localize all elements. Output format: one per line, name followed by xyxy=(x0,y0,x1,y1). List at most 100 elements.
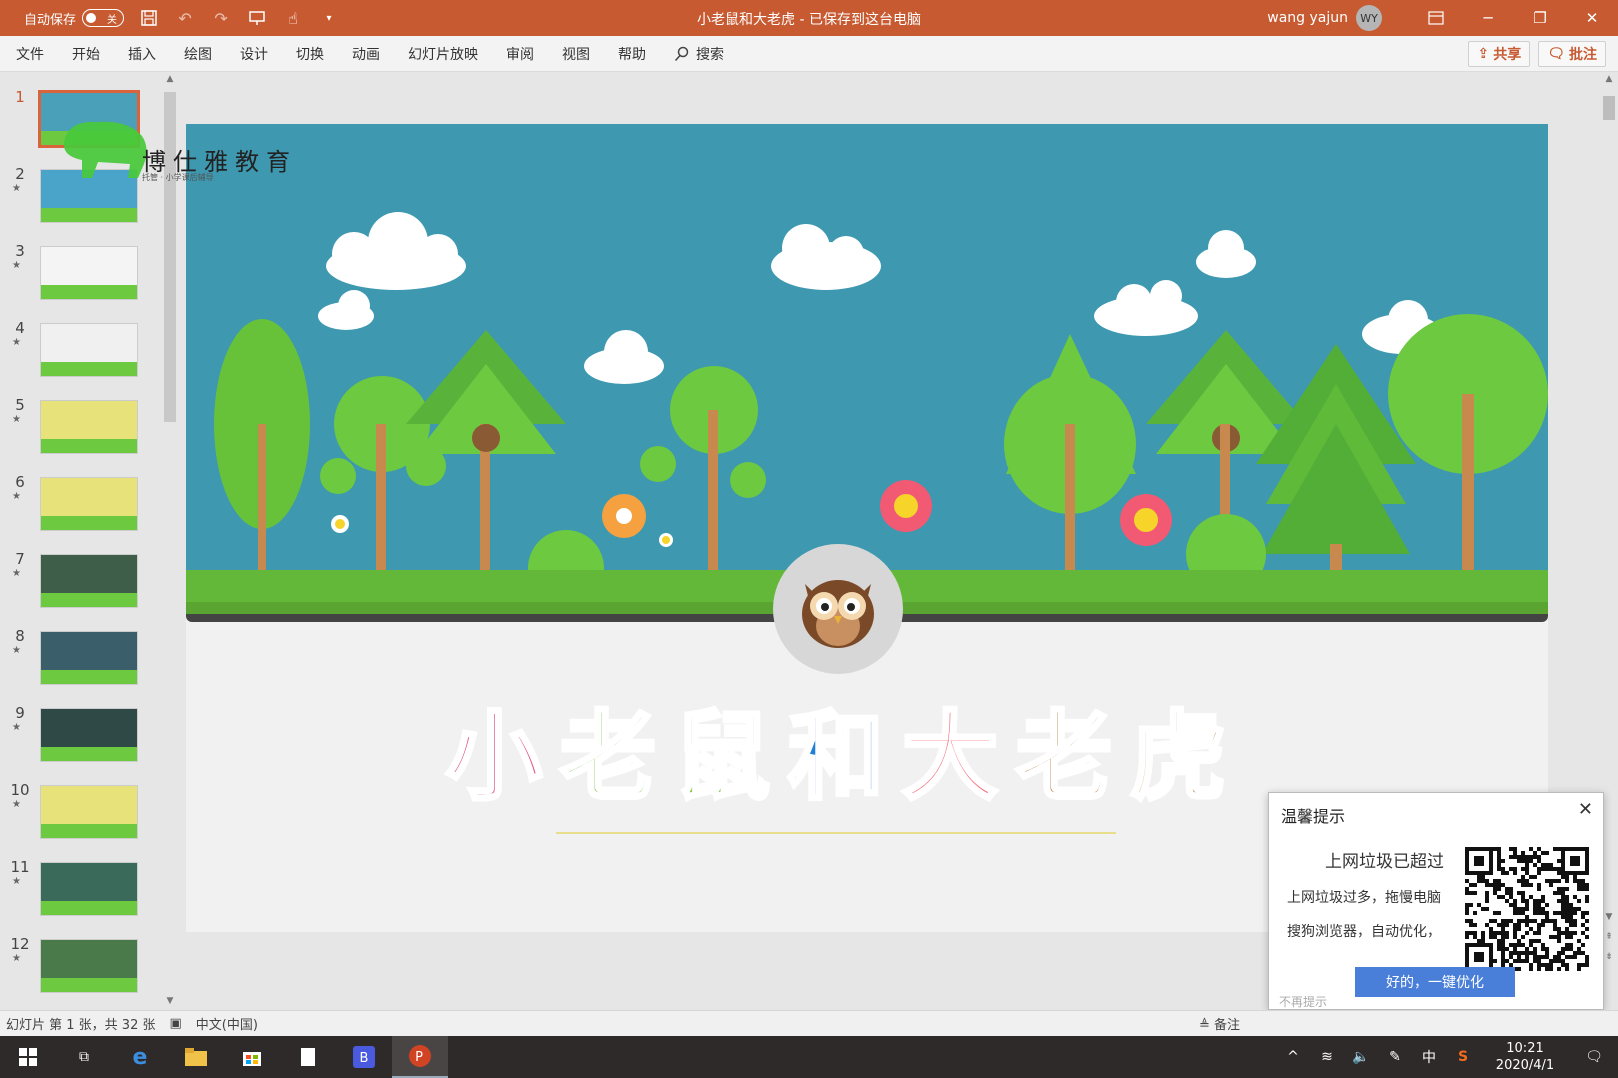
popup-title: 温馨提示 xyxy=(1281,807,1346,826)
restore-icon[interactable]: ❐ xyxy=(1514,0,1566,36)
thumbnail-image[interactable] xyxy=(40,708,138,762)
thumbnail-ground xyxy=(41,670,137,684)
animation-star-icon: ★ xyxy=(12,260,21,271)
slide-title[interactable]: 小老鼠和大老虎 xyxy=(444,700,1228,814)
tell-me-search[interactable]: 搜索 xyxy=(660,44,738,64)
clock-time: 10:21 xyxy=(1506,1041,1544,1056)
language-indicator[interactable]: 中文(中国) xyxy=(196,1014,258,1033)
thumbnail-number: 6 xyxy=(15,473,25,491)
store-icon[interactable] xyxy=(224,1036,280,1078)
ime-indicator[interactable]: 中 xyxy=(1412,1047,1446,1067)
slide-thumbnail[interactable]: 7 ★ xyxy=(0,550,160,614)
tab-draw[interactable]: 绘图 xyxy=(170,44,226,64)
tab-review[interactable]: 审阅 xyxy=(492,44,548,64)
windows-taskbar: ⧉ e B P ^ ≋ 🔈 ✎ 中 S 10:21 2020/4/1 🗨 xyxy=(0,1036,1618,1078)
thumbnail-image[interactable] xyxy=(40,477,138,531)
scroll-up-icon[interactable]: ▲ xyxy=(1603,74,1615,84)
slide-thumbnail[interactable]: 8 ★ xyxy=(0,627,160,691)
sogou-input-icon[interactable]: S xyxy=(1446,1049,1480,1065)
autosave-toggle[interactable]: 自动保存 关 xyxy=(24,9,125,28)
tab-insert[interactable]: 插入 xyxy=(114,44,170,64)
optimize-button[interactable]: 好的，一键优化 xyxy=(1355,967,1515,997)
thumbnail-image[interactable] xyxy=(40,631,138,685)
scrollbar-thumb[interactable] xyxy=(1603,96,1615,120)
title-character: 鼠 xyxy=(672,700,772,814)
thumbnail-image[interactable] xyxy=(40,785,138,839)
user-name[interactable]: wang yajun xyxy=(1267,10,1348,26)
next-slide-icon[interactable]: ⇟ xyxy=(1603,952,1615,962)
thumbnail-ground xyxy=(41,362,137,376)
ribbon-display-options-icon[interactable] xyxy=(1410,0,1462,36)
tab-transitions[interactable]: 切换 xyxy=(282,44,338,64)
scroll-up-icon[interactable]: ▲ xyxy=(164,74,176,84)
thumbnail-ground xyxy=(41,978,137,992)
system-clock[interactable]: 10:21 2020/4/1 xyxy=(1480,1040,1570,1074)
close-icon[interactable]: ✕ xyxy=(1578,799,1593,820)
thumbnail-image[interactable] xyxy=(40,554,138,608)
slide-thumbnail[interactable]: 3 ★ xyxy=(0,242,160,306)
owl-badge xyxy=(773,544,903,674)
autosave-switch[interactable]: 关 xyxy=(82,9,125,27)
file-explorer-icon[interactable] xyxy=(168,1036,224,1078)
volume-icon[interactable]: 🔈 xyxy=(1344,1049,1378,1065)
windows-start-icon[interactable] xyxy=(0,1036,56,1078)
clock-date: 2020/4/1 xyxy=(1495,1058,1555,1073)
comments-button[interactable]: 🗨 批注 xyxy=(1538,41,1606,67)
title-character: 虎 xyxy=(1128,700,1228,814)
title-character: 小 xyxy=(444,700,544,814)
edge-browser-icon[interactable]: e xyxy=(112,1036,168,1078)
slide-thumbnail[interactable]: 10 ★ xyxy=(0,781,160,845)
thumbnail-ground xyxy=(41,208,137,222)
save-icon[interactable] xyxy=(138,7,160,29)
network-icon[interactable]: ≋ xyxy=(1310,1049,1344,1065)
thumbnail-scrollbar[interactable]: ▲ ▼ xyxy=(162,72,178,1010)
tab-slideshow[interactable]: 幻灯片放映 xyxy=(394,44,492,64)
tab-animations[interactable]: 动画 xyxy=(338,44,394,64)
notes-button[interactable]: ≜ 备注 xyxy=(1199,1014,1240,1033)
task-view-icon[interactable]: ⧉ xyxy=(56,1036,112,1078)
forest-illustration xyxy=(186,212,1548,606)
slide-thumbnail[interactable]: 4 ★ xyxy=(0,319,160,383)
slide-thumbnail[interactable]: 9 ★ xyxy=(0,704,160,768)
avatar[interactable]: WY xyxy=(1356,5,1382,31)
powerpoint-icon[interactable]: P xyxy=(392,1036,448,1078)
notification-center-icon[interactable]: 🗨 xyxy=(1570,1049,1618,1065)
scroll-down-icon[interactable]: ▼ xyxy=(1603,912,1615,922)
thumbnail-image[interactable] xyxy=(40,246,138,300)
tab-help[interactable]: 帮助 xyxy=(604,44,660,64)
tab-file[interactable]: 文件 xyxy=(2,44,58,64)
tab-view[interactable]: 视图 xyxy=(548,44,604,64)
spelling-check-icon[interactable]: ▣ xyxy=(169,1016,181,1031)
previous-slide-icon[interactable]: ⇞ xyxy=(1603,932,1615,942)
touch-mode-icon[interactable]: ☝ xyxy=(282,7,304,29)
thumbnail-image[interactable] xyxy=(40,400,138,454)
start-from-beginning-icon[interactable] xyxy=(246,7,268,29)
customize-quick-access-icon[interactable]: ▾ xyxy=(318,7,340,29)
thumbnail-image[interactable] xyxy=(40,323,138,377)
qr-code-image xyxy=(1465,847,1589,971)
close-icon[interactable]: ✕ xyxy=(1566,0,1618,36)
minimize-icon[interactable]: ─ xyxy=(1462,0,1514,36)
undo-icon[interactable]: ↶ xyxy=(174,7,196,29)
show-hidden-icons-icon[interactable]: ^ xyxy=(1276,1049,1310,1065)
animation-star-icon: ★ xyxy=(12,953,21,964)
dont-show-again-link[interactable]: 不再提示 xyxy=(1279,993,1327,1010)
svg-text:B: B xyxy=(360,1051,369,1066)
slide-thumbnail[interactable]: 5 ★ xyxy=(0,396,160,460)
slide-thumbnail[interactable]: 6 ★ xyxy=(0,473,160,537)
tab-design[interactable]: 设计 xyxy=(226,44,282,64)
bear-logo-icon xyxy=(63,121,147,178)
tab-home[interactable]: 开始 xyxy=(58,44,114,64)
pen-icon[interactable]: ✎ xyxy=(1378,1049,1412,1065)
thumbnail-image[interactable] xyxy=(40,862,138,916)
redo-icon[interactable]: ↷ xyxy=(210,7,232,29)
thumbnail-ground xyxy=(41,593,137,607)
document-icon[interactable] xyxy=(280,1036,336,1078)
popup-message-line: 搜狗浏览器，自动优化， xyxy=(1287,924,1441,940)
scroll-down-icon[interactable]: ▼ xyxy=(164,996,176,1006)
slide-thumbnail[interactable]: 12 ★ xyxy=(0,935,160,999)
slide-thumbnail[interactable]: 11 ★ xyxy=(0,858,160,922)
thumbnail-image[interactable] xyxy=(40,939,138,993)
app-icon[interactable]: B xyxy=(336,1036,392,1078)
share-button[interactable]: ⇪ 共享 xyxy=(1468,41,1531,67)
